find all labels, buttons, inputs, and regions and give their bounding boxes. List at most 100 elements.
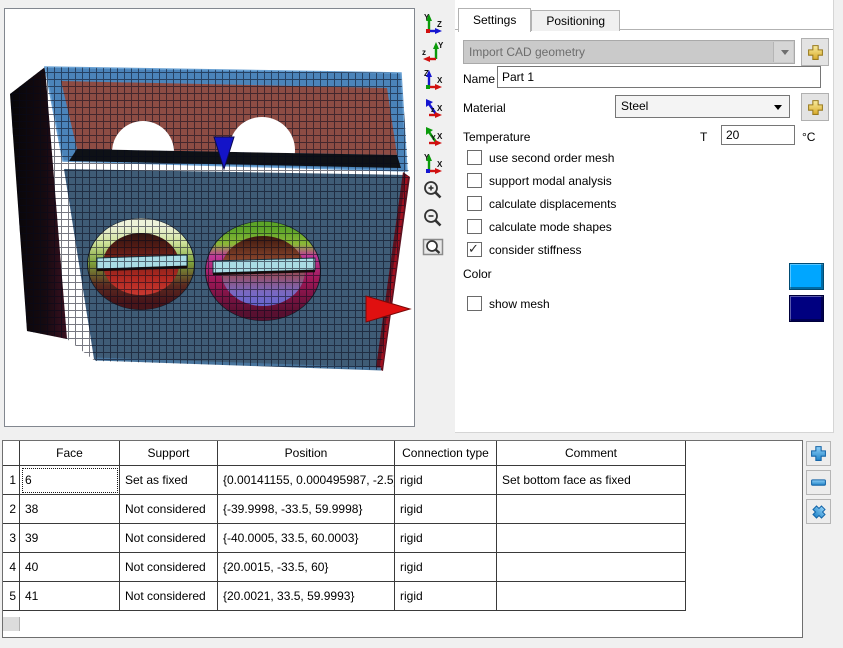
import-cad-combo[interactable]: Import CAD geometry xyxy=(463,40,795,64)
cell-r4-comment[interactable] xyxy=(497,553,686,582)
cell-r5-connection[interactable]: rigid xyxy=(395,582,497,611)
plus-icon xyxy=(807,44,824,61)
cell-r1-support[interactable]: Set as fixed xyxy=(120,466,218,495)
checkbox-consider-stiffness[interactable]: consider stiffness xyxy=(467,242,582,257)
row-header-3[interactable]: 3 xyxy=(3,524,20,553)
cell-r4-support[interactable]: Not considered xyxy=(120,553,218,582)
cell-r5-comment[interactable] xyxy=(497,582,686,611)
tab-settings[interactable]: Settings xyxy=(458,8,531,32)
cell-r3-position[interactable]: {-40.0005, 33.5, 60.0003} xyxy=(218,524,395,553)
plus-icon xyxy=(810,445,827,462)
model-canvas xyxy=(5,9,414,426)
faces-table: Face Support Position Connection type Co… xyxy=(2,440,803,638)
svg-text:X: X xyxy=(437,132,443,141)
checkbox-calc-displacements[interactable]: calculate displacements xyxy=(467,196,616,211)
table-corner xyxy=(3,441,20,466)
material-label: Material xyxy=(463,101,506,115)
checkbox-label: calculate mode shapes xyxy=(489,220,612,234)
axis-view-xy-icon[interactable]: Y X xyxy=(420,121,448,148)
view-toolbar: Y Z z Y Z X z X xyxy=(420,9,450,261)
cell-r3-support[interactable]: Not considered xyxy=(120,524,218,553)
row-header-4[interactable]: 4 xyxy=(3,553,20,582)
checkbox-label: use second order mesh xyxy=(489,151,614,165)
checkbox-second-order-mesh[interactable]: use second order mesh xyxy=(467,150,614,165)
svg-text:Z: Z xyxy=(437,20,442,29)
temperature-input[interactable] xyxy=(721,125,795,145)
settings-panel: Settings Positioning Import CAD geometry… xyxy=(455,0,834,433)
checkbox-box xyxy=(467,219,482,234)
checkbox-box xyxy=(467,196,482,211)
zoom-fit-icon[interactable] xyxy=(420,233,448,260)
chevron-down-icon xyxy=(781,50,789,55)
temperature-label: Temperature xyxy=(463,130,530,144)
cell-r1-comment[interactable]: Set bottom face as fixed xyxy=(497,466,686,495)
minus-icon xyxy=(810,474,827,491)
cell-r2-face[interactable]: 38 xyxy=(20,495,120,524)
cell-r2-position[interactable]: {-39.9998, -33.5, 59.9998} xyxy=(218,495,395,524)
svg-text:Y: Y xyxy=(438,41,444,50)
svg-text:X: X xyxy=(437,160,443,169)
cell-r3-connection[interactable]: rigid xyxy=(395,524,497,553)
name-input[interactable] xyxy=(497,66,821,88)
tab-bar: Settings Positioning xyxy=(458,8,620,32)
add-geometry-button[interactable] xyxy=(801,38,829,66)
cell-r1-connection[interactable]: rigid xyxy=(395,466,497,495)
row-header-5[interactable]: 5 xyxy=(3,582,20,611)
delete-all-button[interactable] xyxy=(806,499,831,524)
checkbox-calc-mode-shapes[interactable]: calculate mode shapes xyxy=(467,219,612,234)
svg-text:X: X xyxy=(437,104,443,113)
cell-r2-support[interactable]: Not considered xyxy=(120,495,218,524)
axis-view-xz-icon[interactable]: z X xyxy=(420,93,448,120)
import-cad-combo-value: Import CAD geometry xyxy=(469,45,585,59)
cell-r3-face[interactable]: 39 xyxy=(20,524,120,553)
cell-r5-position[interactable]: {20.0021, 33.5, 59.9993} xyxy=(218,582,395,611)
col-header-comment: Comment xyxy=(497,441,686,466)
row-gutter-end xyxy=(3,617,20,631)
checkbox-box xyxy=(467,150,482,165)
tab-positioning[interactable]: Positioning xyxy=(531,10,620,31)
temperature-unit: °C xyxy=(802,130,815,144)
cell-r1-face[interactable]: 6 xyxy=(20,466,120,495)
col-header-support: Support xyxy=(120,441,218,466)
cell-r4-position[interactable]: {20.0015, -33.5, 60} xyxy=(218,553,395,582)
cell-r4-face[interactable]: 40 xyxy=(20,553,120,582)
zoom-in-icon[interactable] xyxy=(420,177,448,204)
axis-view-zy-icon[interactable]: z Y xyxy=(420,37,448,64)
checkbox-show-mesh[interactable]: show mesh xyxy=(467,296,550,311)
col-header-position: Position xyxy=(218,441,395,466)
mesh-color-swatch[interactable] xyxy=(789,295,824,322)
axis-view-yx-icon[interactable]: Y X xyxy=(420,149,448,176)
material-combo[interactable]: Steel xyxy=(615,95,790,118)
cell-r2-comment[interactable] xyxy=(497,495,686,524)
svg-text:z: z xyxy=(431,107,435,114)
3d-viewport[interactable] xyxy=(4,8,415,427)
chevron-down-icon xyxy=(774,105,782,110)
cross-icon xyxy=(810,503,828,521)
plus-icon xyxy=(807,99,824,116)
svg-text:X: X xyxy=(437,76,443,85)
cell-r2-connection[interactable]: rigid xyxy=(395,495,497,524)
axis-view-zx-icon[interactable]: Z X xyxy=(420,65,448,92)
color-label: Color xyxy=(463,267,492,281)
material-combo-value: Steel xyxy=(621,99,648,113)
row-header-2[interactable]: 2 xyxy=(3,495,20,524)
checkbox-box xyxy=(467,173,482,188)
checkbox-label: support modal analysis xyxy=(489,174,612,188)
add-row-button[interactable] xyxy=(806,441,831,466)
cell-r4-connection[interactable]: rigid xyxy=(395,553,497,582)
axis-view-yz-icon[interactable]: Y Z xyxy=(420,9,448,36)
cell-r1-position[interactable]: {0.00141155, 0.000495987, -2.5} xyxy=(218,466,395,495)
checkbox-label: show mesh xyxy=(489,297,550,311)
table-button-column xyxy=(806,441,834,528)
remove-row-button[interactable] xyxy=(806,470,831,495)
row-header-1[interactable]: 1 xyxy=(3,466,20,495)
part-color-swatch[interactable] xyxy=(789,263,824,290)
checkbox-box xyxy=(467,296,482,311)
checkbox-box xyxy=(467,242,482,257)
add-material-button[interactable] xyxy=(801,93,829,121)
cell-r5-support[interactable]: Not considered xyxy=(120,582,218,611)
cell-r5-face[interactable]: 41 xyxy=(20,582,120,611)
zoom-out-icon[interactable] xyxy=(420,205,448,232)
checkbox-modal-analysis[interactable]: support modal analysis xyxy=(467,173,612,188)
cell-r3-comment[interactable] xyxy=(497,524,686,553)
